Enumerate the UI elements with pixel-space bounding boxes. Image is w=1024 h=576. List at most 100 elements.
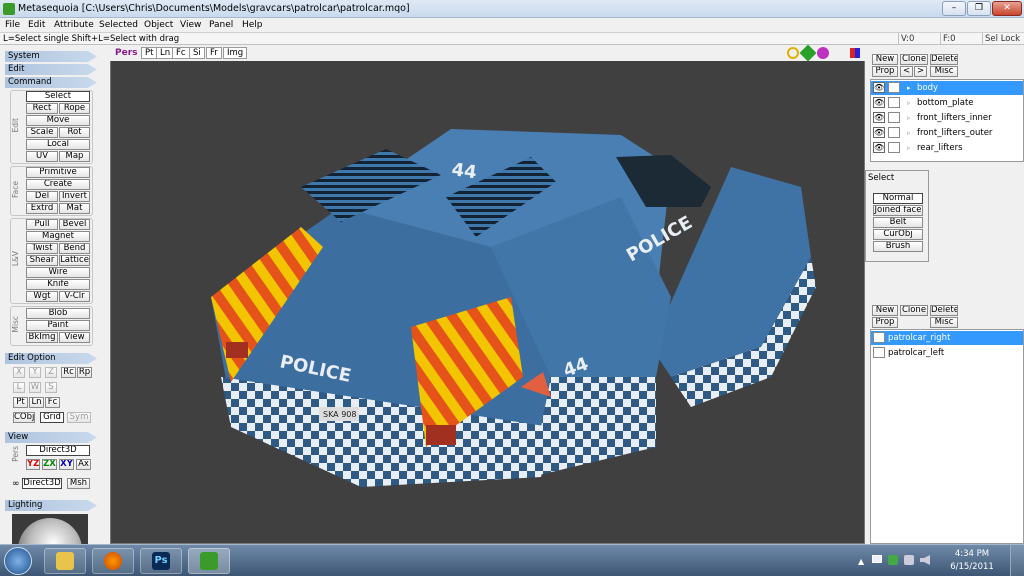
- shear-button[interactable]: Shear: [26, 255, 58, 266]
- blob-button[interactable]: Blob: [26, 308, 90, 319]
- rot-button[interactable]: Rot: [59, 127, 90, 138]
- sym-toggle[interactable]: Sym: [67, 412, 91, 423]
- mail-icon[interactable]: [872, 555, 882, 563]
- twist-button[interactable]: Twist: [26, 243, 58, 254]
- object-clone-button[interactable]: Clone: [900, 54, 928, 65]
- rp-toggle[interactable]: Rp: [77, 367, 92, 378]
- uv-button[interactable]: UV: [26, 151, 58, 162]
- move-button[interactable]: Move: [26, 115, 90, 126]
- menu-view[interactable]: View: [180, 18, 201, 32]
- select-curobj-button[interactable]: CurObj: [873, 229, 923, 240]
- select-belt-button[interactable]: Belt: [873, 217, 923, 228]
- sel-lock-button[interactable]: Sel Lock: [982, 33, 1024, 45]
- section-system[interactable]: System: [5, 51, 97, 62]
- object-new-button[interactable]: New: [872, 54, 898, 65]
- material-row[interactable]: patrolcar_right: [871, 331, 1023, 345]
- ln-toggle[interactable]: Ln: [29, 397, 44, 408]
- section-command[interactable]: Command: [5, 77, 97, 88]
- bend-button[interactable]: Bend: [59, 243, 90, 254]
- rc-toggle[interactable]: Rc: [61, 367, 76, 378]
- lock-checkbox[interactable]: [888, 97, 900, 108]
- extrd-button[interactable]: Extrd: [26, 203, 58, 214]
- select-normal-button[interactable]: Normal: [873, 193, 923, 204]
- wire-button[interactable]: Wire: [26, 267, 90, 278]
- img-display-button[interactable]: Img: [223, 47, 248, 59]
- menu-attribute[interactable]: Attribute: [54, 18, 94, 32]
- color-palette-icon[interactable]: [850, 48, 860, 58]
- select-brush-button[interactable]: Brush: [873, 241, 923, 252]
- 3d-viewport[interactable]: SKA 908 POLICE POLICE 44 44: [110, 46, 865, 544]
- paint-button[interactable]: Paint: [26, 320, 90, 331]
- lock-checkbox[interactable]: [888, 112, 900, 123]
- pt-toggle[interactable]: Pt: [13, 397, 28, 408]
- taskbar-explorer[interactable]: [44, 548, 86, 574]
- direct3d-ortho-button[interactable]: Direct3D: [22, 478, 62, 489]
- bkimg-button[interactable]: BkImg: [26, 332, 58, 343]
- show-desktop-button[interactable]: [1010, 545, 1024, 576]
- grid-toggle[interactable]: Grid: [40, 412, 64, 423]
- fr-display-button[interactable]: Fr: [206, 47, 222, 59]
- taskbar-metasequoia[interactable]: [188, 548, 230, 574]
- clock-time[interactable]: 4:34 PM: [942, 549, 1002, 559]
- menu-panel[interactable]: Panel: [209, 18, 233, 32]
- mat-button[interactable]: Mat: [59, 203, 90, 214]
- create-button[interactable]: Create: [26, 179, 90, 190]
- zoom-icon[interactable]: [787, 47, 799, 59]
- wgt-button[interactable]: Wgt: [26, 291, 58, 302]
- section-lighting[interactable]: Lighting: [5, 500, 97, 511]
- object-next-button[interactable]: >: [914, 66, 927, 77]
- material-new-button[interactable]: New: [872, 305, 898, 316]
- direct3d-button[interactable]: Direct3D: [26, 445, 90, 456]
- msh-button[interactable]: Msh: [67, 478, 90, 489]
- tray-arrow-icon[interactable]: ▲: [858, 557, 864, 566]
- si-display-button[interactable]: Si: [189, 47, 205, 59]
- lock-checkbox[interactable]: [888, 142, 900, 153]
- material-delete-button[interactable]: Delete: [930, 305, 958, 316]
- lattice-button[interactable]: Lattice: [59, 255, 90, 266]
- taskbar-firefox[interactable]: [92, 548, 134, 574]
- rotate-view-icon[interactable]: [817, 47, 829, 59]
- start-button[interactable]: [4, 547, 32, 575]
- object-row[interactable]: 👁 ▹ front_lifters_inner: [871, 111, 1023, 125]
- select-button[interactable]: Select: [26, 91, 90, 102]
- visibility-eye-icon[interactable]: 👁: [873, 82, 885, 93]
- cobj-toggle[interactable]: CObj: [13, 412, 35, 423]
- view-xy-button[interactable]: XY: [59, 459, 74, 470]
- rope-button[interactable]: Rope: [59, 103, 90, 114]
- select-joined-face-button[interactable]: Joined face: [873, 205, 923, 216]
- object-delete-button[interactable]: Delete: [930, 54, 958, 65]
- material-clone-button[interactable]: Clone: [900, 305, 928, 316]
- object-misc-button[interactable]: Misc: [930, 66, 958, 77]
- primitive-button[interactable]: Primitive: [26, 167, 90, 178]
- visibility-eye-icon[interactable]: 👁: [873, 127, 885, 138]
- volume-icon[interactable]: [920, 555, 930, 565]
- vclr-button[interactable]: V-Clr: [59, 291, 90, 302]
- lock-checkbox[interactable]: [888, 127, 900, 138]
- axis-y-toggle[interactable]: Y: [29, 367, 41, 378]
- menu-selected[interactable]: Selected: [99, 18, 138, 32]
- scale-button[interactable]: Scale: [26, 127, 58, 138]
- object-row[interactable]: 👁 ▹ rear_lifters: [871, 141, 1023, 155]
- minimize-button[interactable]: –: [942, 1, 966, 16]
- section-edit[interactable]: Edit: [5, 64, 97, 75]
- object-row[interactable]: 👁 ▸ body: [871, 81, 1023, 95]
- knife-button[interactable]: Knife: [26, 279, 90, 290]
- del-button[interactable]: Del: [26, 191, 58, 202]
- material-prop-button[interactable]: Prop: [872, 317, 898, 328]
- close-button[interactable]: ✕: [992, 1, 1022, 16]
- visibility-eye-icon[interactable]: 👁: [873, 142, 885, 153]
- object-row[interactable]: 👁 ▹ front_lifters_outer: [871, 126, 1023, 140]
- object-row[interactable]: 👁 ▹ bottom_plate: [871, 96, 1023, 110]
- section-edit-option[interactable]: Edit Option: [5, 353, 97, 364]
- pers-mode-label[interactable]: Pers: [115, 48, 138, 58]
- s-toggle[interactable]: S: [45, 382, 57, 393]
- rect-button[interactable]: Rect: [26, 103, 58, 114]
- local-button[interactable]: Local: [26, 139, 90, 150]
- material-row[interactable]: patrolcar_left: [871, 346, 1023, 360]
- view-button[interactable]: View: [59, 332, 90, 343]
- lighting-preview[interactable]: [12, 514, 88, 544]
- lock-checkbox[interactable]: [888, 82, 900, 93]
- invert-button[interactable]: Invert: [59, 191, 90, 202]
- maximize-button[interactable]: ❐: [967, 1, 991, 16]
- axis-z-toggle[interactable]: Z: [45, 367, 57, 378]
